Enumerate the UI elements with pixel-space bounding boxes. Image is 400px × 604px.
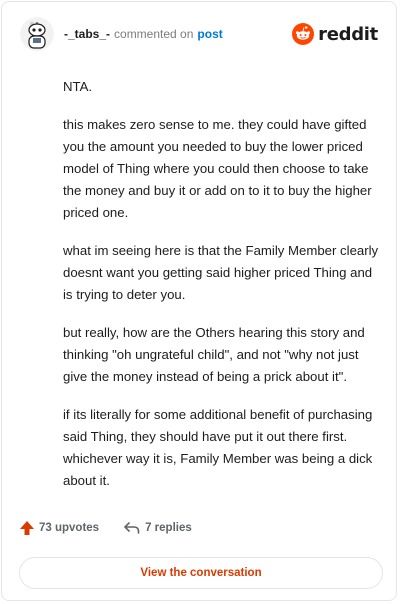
comment-stats: 73 upvotes 7 replies [19,520,192,536]
post-link[interactable]: post [197,27,222,41]
comment-header: -_tabs_- commented on post [20,16,223,52]
comment-card: -_tabs_- commented on post reddit NTA. t… [1,1,397,601]
upvote-stat[interactable]: 73 upvotes [19,520,99,536]
snoo-avatar-icon[interactable] [20,17,54,51]
comment-paragraph: if its literally for some additional ben… [63,407,373,488]
upvote-count: 73 upvotes [39,522,100,534]
comment-paragraph: this makes zero sense to me. they could … [63,117,372,220]
reply-stat[interactable]: 7 replies [123,520,192,536]
comment-paragraph: but really, how are the Others hearing t… [63,325,365,384]
reply-count: 7 replies [145,522,192,534]
reddit-logo-icon [292,23,315,45]
action-text: commented on [114,27,194,41]
comment-paragraph: NTA. [63,79,93,94]
view-conversation-button[interactable]: View the conversation [19,557,383,589]
comment-meta: -_tabs_- commented on post [64,27,223,41]
reddit-brand[interactable]: reddit [292,23,378,45]
reply-arrow-icon [124,522,140,534]
comment-body: NTA. this makes zero sense to me. they c… [63,66,385,508]
comment-paragraph: what im seeing here is that the Family M… [63,243,379,302]
upvote-arrow-icon [20,521,34,535]
reddit-wordmark: reddit [318,23,378,45]
username[interactable]: -_tabs_- [64,27,110,41]
